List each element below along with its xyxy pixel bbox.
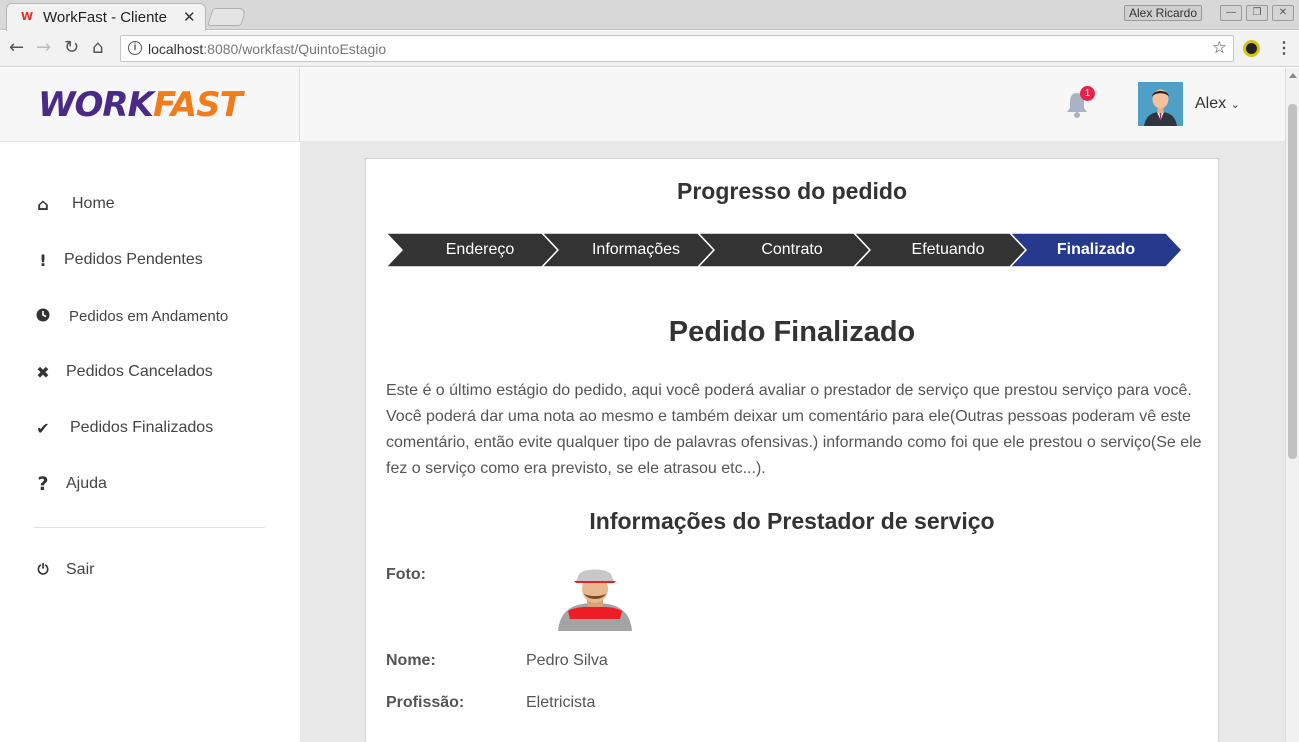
sidebar-divider bbox=[34, 527, 265, 528]
sidebar-item-sair[interactable]: ⏻ Sair bbox=[0, 542, 300, 598]
browser-menu-icon[interactable]: ⋮ bbox=[1276, 38, 1292, 58]
sidebar-item-pedidos-cancelados[interactable]: ✖ Pedidos Cancelados bbox=[0, 344, 300, 400]
new-tab-button[interactable] bbox=[207, 8, 247, 26]
name-value: Pedro Silva bbox=[526, 652, 608, 669]
address-bar[interactable]: i localhost:8080/workfast/QuintoEstagio … bbox=[120, 35, 1234, 62]
times-icon: ✖ bbox=[36, 362, 50, 382]
sidebar-item-label: Pedidos Cancelados bbox=[66, 363, 213, 380]
step-efetuando: Efetuando bbox=[911, 241, 985, 258]
workfast-favicon-icon: W bbox=[21, 10, 34, 23]
notification-badge: 1 bbox=[1080, 86, 1095, 101]
forward-arrow-icon[interactable]: → bbox=[36, 37, 51, 58]
home-page-icon[interactable]: ⌂ bbox=[92, 37, 103, 58]
browser-toolbar: ← → ↻ ⌂ i localhost:8080/workfast/Quinto… bbox=[0, 31, 1299, 67]
url-text[interactable]: localhost:8080/workfast/QuintoEstagio bbox=[148, 41, 386, 57]
progress-title: Progresso do pedido bbox=[676, 178, 908, 204]
close-window-icon[interactable]: ✕ bbox=[1272, 5, 1294, 21]
photo-label: Foto: bbox=[386, 566, 426, 583]
chevron-down-icon: ⌄ bbox=[1230, 99, 1240, 111]
step-contrato: Contrato bbox=[761, 241, 823, 258]
sidebar-item-label: Pedidos em Andamento bbox=[69, 307, 229, 325]
question-icon: ? bbox=[37, 473, 49, 495]
page-title: Pedido Finalizado bbox=[668, 316, 916, 348]
os-user-chip[interactable]: Alex Ricardo bbox=[1124, 5, 1203, 21]
browser-tabbar: W WorkFast - Cliente ✕ Alex Ricardo — ❐ … bbox=[0, 0, 1299, 31]
step-finalizado: Finalizado bbox=[1056, 241, 1136, 258]
sidebar-item-label: Pedidos Finalizados bbox=[70, 419, 214, 436]
sidebar-item-label: Home bbox=[72, 195, 115, 212]
exclamation-icon: ! bbox=[39, 250, 47, 270]
page-scrollbar[interactable] bbox=[1285, 68, 1299, 742]
sidebar-item-ajuda[interactable]: ? Ajuda bbox=[0, 456, 300, 512]
sidebar-item-pedidos-finalizados[interactable]: ✔ Pedidos Finalizados bbox=[0, 400, 300, 456]
sidebar-item-label: Pedidos Pendentes bbox=[64, 251, 203, 268]
power-icon: ⏻ bbox=[37, 562, 49, 578]
brand-area: WORKFAST bbox=[0, 68, 300, 142]
sidebar-item-pedidos-em-andamento[interactable]: Pedidos em Andamento bbox=[0, 288, 300, 344]
sidebar-item-pedidos-pendentes[interactable]: ! Pedidos Pendentes bbox=[0, 232, 300, 288]
sidebar: WORKFAST ⌂ Home ! Pedidos Pendentes Pedi… bbox=[0, 68, 300, 742]
home-icon: ⌂ bbox=[37, 194, 49, 214]
info-icon[interactable]: i bbox=[128, 41, 142, 55]
avatar[interactable] bbox=[1138, 82, 1183, 126]
provider-section-title: Informações do Prestador de serviço bbox=[589, 508, 995, 534]
tab-close-icon[interactable]: ✕ bbox=[183, 8, 196, 26]
check-icon: ✔ bbox=[36, 418, 50, 438]
topbar: 1 Alex ⌄ bbox=[300, 68, 1285, 142]
stage-description: Este é o último estágio do pedido, aqui … bbox=[386, 382, 1202, 477]
reload-icon[interactable]: ↻ bbox=[64, 37, 79, 58]
clock-icon bbox=[34, 307, 52, 326]
provider-photo bbox=[556, 563, 634, 633]
browser-tab[interactable]: W WorkFast - Cliente ✕ bbox=[6, 3, 206, 31]
order-progress-steps: Endereço Informações Contrato Efetuando … bbox=[386, 233, 1186, 269]
bookmark-star-icon[interactable]: ☆ bbox=[1212, 38, 1227, 58]
minimize-window-icon[interactable]: — bbox=[1220, 5, 1242, 21]
name-label: Nome: bbox=[386, 652, 436, 669]
sidebar-item-label: Sair bbox=[66, 561, 95, 578]
step-informacoes: Informações bbox=[591, 241, 681, 258]
profession-value: Eletricista bbox=[526, 694, 596, 711]
step-endereco: Endereço bbox=[445, 241, 515, 258]
sidebar-nav: ⌂ Home ! Pedidos Pendentes Pedidos em An… bbox=[0, 176, 300, 512]
restore-window-icon[interactable]: ❐ bbox=[1246, 5, 1268, 21]
tab-title: WorkFast - Cliente bbox=[43, 9, 167, 26]
sidebar-item-label: Ajuda bbox=[66, 475, 107, 492]
extension-icon[interactable] bbox=[1243, 40, 1260, 57]
scroll-up-arrow-icon[interactable] bbox=[1289, 73, 1297, 78]
page: WORKFAST ⌂ Home ! Pedidos Pendentes Pedi… bbox=[0, 68, 1299, 742]
scrollbar-thumb[interactable] bbox=[1288, 104, 1297, 459]
profession-label: Profissão: bbox=[386, 694, 465, 711]
user-menu[interactable]: Alex ⌄ bbox=[1195, 95, 1240, 113]
order-card: Progresso do pedido Endereço Informações… bbox=[365, 158, 1219, 742]
back-arrow-icon[interactable]: ← bbox=[9, 37, 24, 58]
workfast-logo[interactable]: WORKFAST bbox=[38, 85, 243, 125]
main-content: Progresso do pedido Endereço Informações… bbox=[300, 142, 1265, 742]
sidebar-item-home[interactable]: ⌂ Home bbox=[0, 176, 300, 232]
